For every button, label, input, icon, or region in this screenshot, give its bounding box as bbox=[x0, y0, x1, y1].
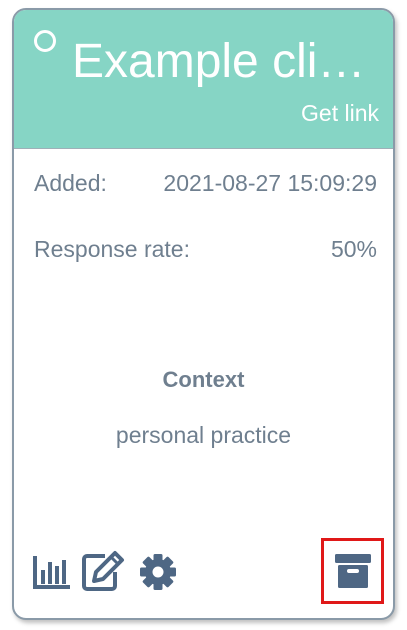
added-row: Added: 2021-08-27 15:09:29 bbox=[34, 168, 377, 198]
bar-chart-icon[interactable] bbox=[32, 554, 72, 590]
added-label: Added: bbox=[34, 170, 107, 196]
card-title: Example clie… bbox=[72, 35, 384, 88]
get-link-button[interactable]: Get link bbox=[301, 98, 379, 128]
response-rate-value: 50% bbox=[330, 236, 377, 262]
archive-icon bbox=[335, 554, 371, 588]
status-circle-icon[interactable] bbox=[34, 30, 56, 52]
context-value: personal practice bbox=[115, 422, 292, 448]
response-rate-row: Response rate: 50% bbox=[34, 234, 377, 264]
gear-icon[interactable] bbox=[138, 553, 178, 591]
context-heading: Context bbox=[162, 367, 245, 392]
client-card: Example clie… Get link Added: 2021-08-27… bbox=[12, 8, 395, 620]
added-value: 2021-08-27 15:09:29 bbox=[163, 170, 377, 196]
archive-button[interactable] bbox=[321, 538, 384, 604]
card-header: Example clie… Get link bbox=[14, 10, 393, 149]
edit-icon[interactable] bbox=[81, 550, 125, 592]
response-rate-label: Response rate: bbox=[34, 236, 190, 262]
